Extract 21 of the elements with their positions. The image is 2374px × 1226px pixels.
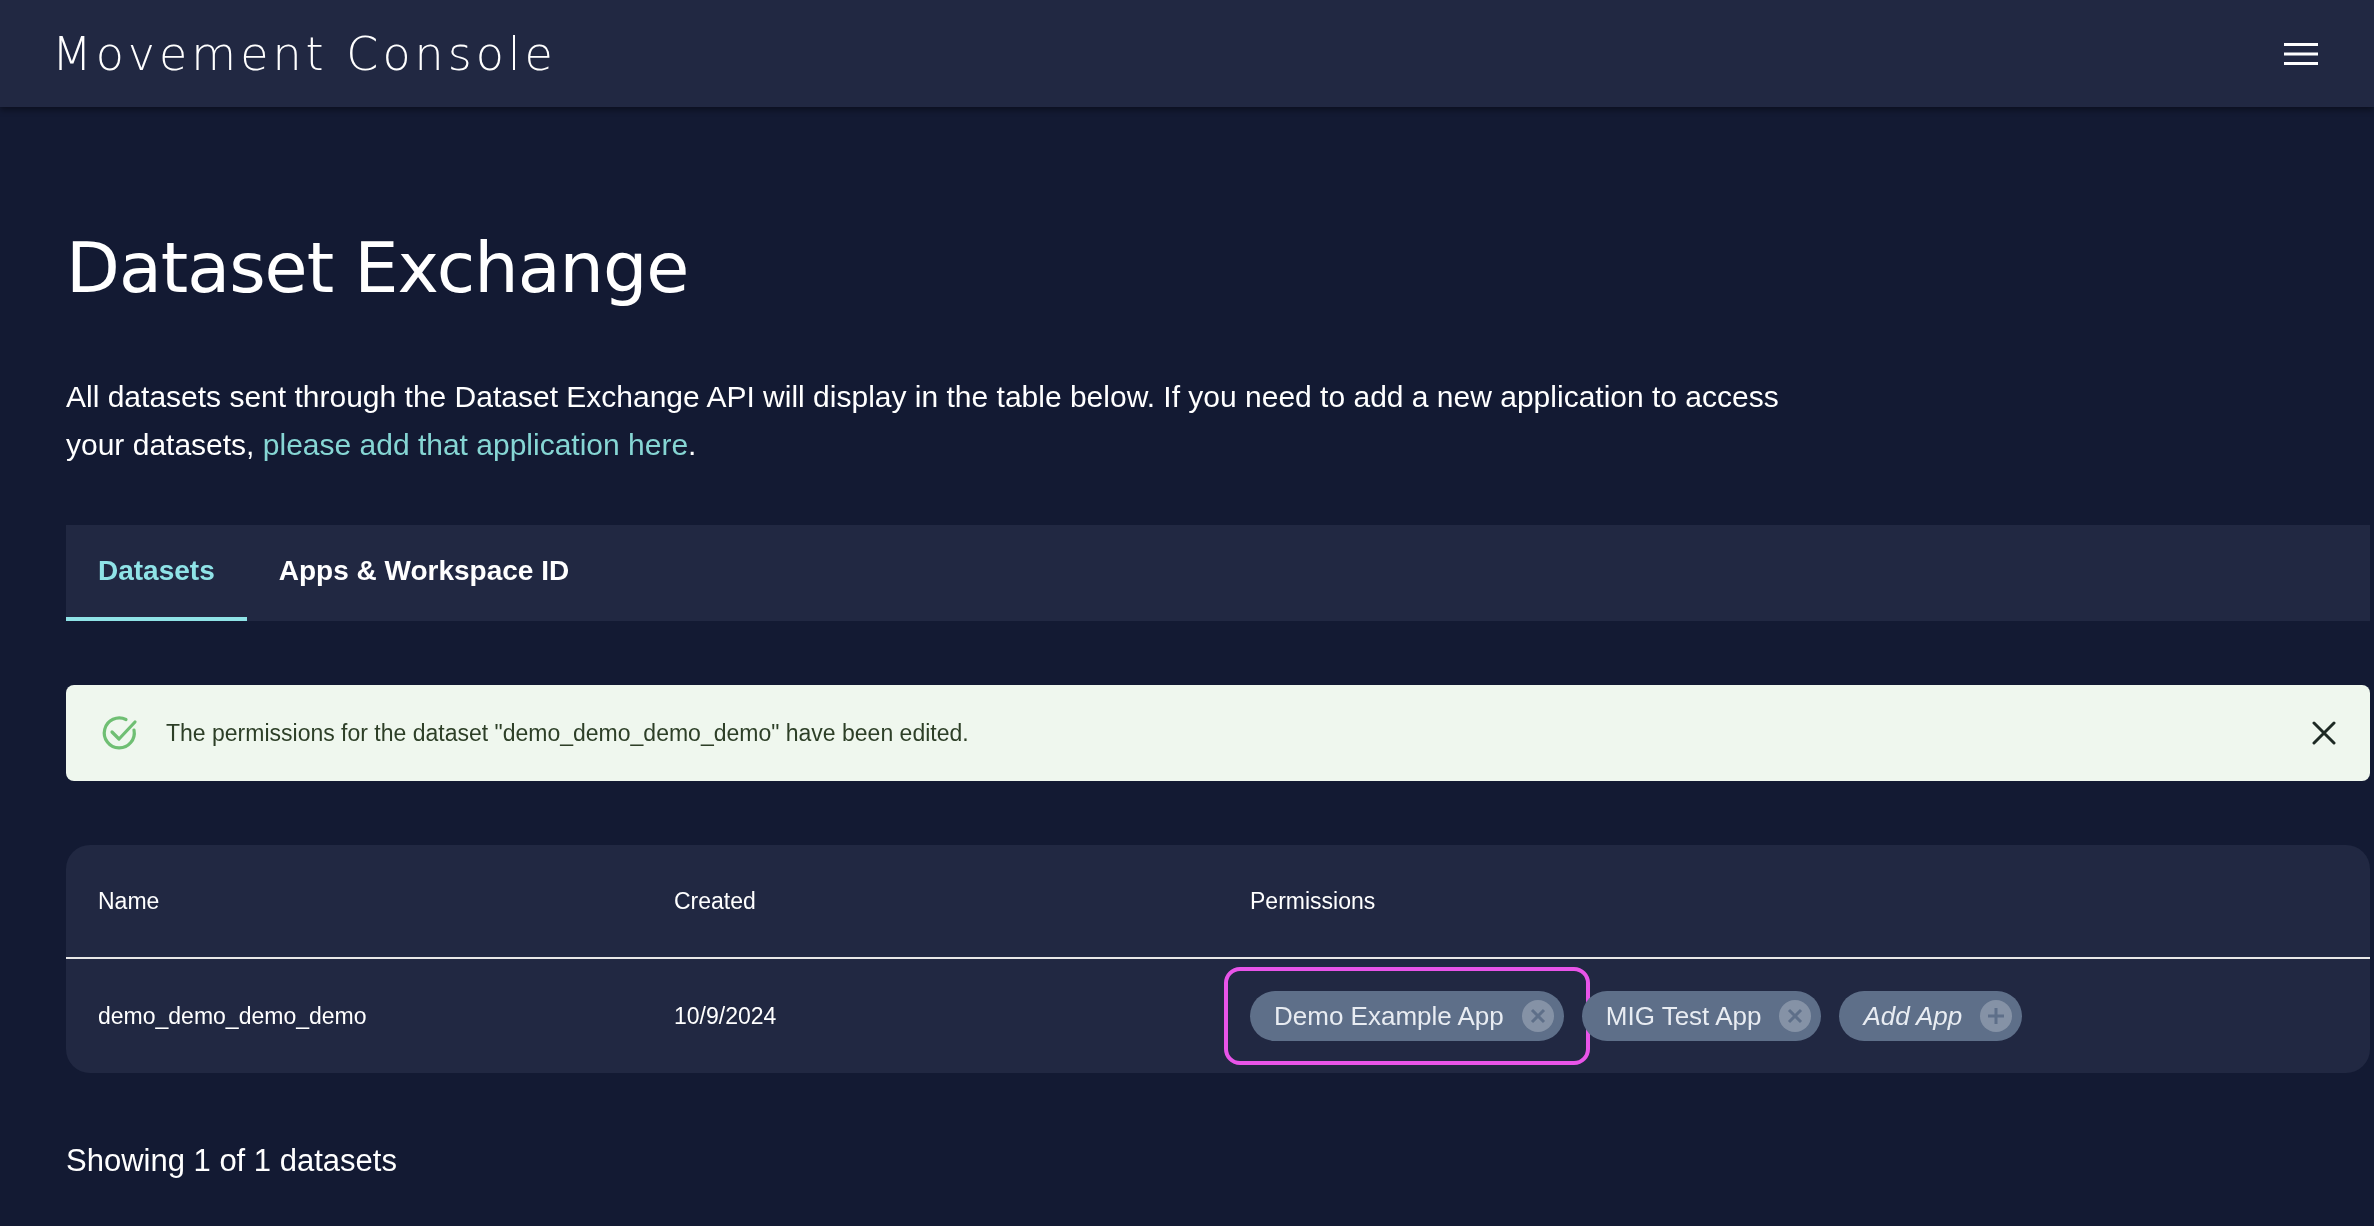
results-count: Showing 1 of 1 datasets: [66, 1143, 398, 1179]
alert-message: The permissions for the dataset "demo_demo_demo_demo" have been edited.: [166, 719, 970, 747]
close-icon: [2312, 721, 2336, 745]
add-app-chip[interactable]: Add App: [1839, 991, 2023, 1041]
app-title: Movement Console: [52, 26, 557, 81]
table-cell-text: demo_demo_demo_demo: [98, 1002, 368, 1030]
table-cell-text: 10/9/2024: [674, 1002, 778, 1030]
menu-icon: [2284, 40, 2318, 67]
column-header: Permissions: [1250, 887, 1377, 915]
app-chip[interactable]: Demo Example App: [1250, 991, 1564, 1041]
application-link[interactable]: please add that application here: [262, 428, 689, 461]
tab[interactable]: Apps & Workspace ID: [246, 525, 602, 621]
column-header: Name: [98, 887, 161, 915]
plus-icon[interactable]: [1980, 1000, 2013, 1032]
app-chip[interactable]: MIG Test App: [1581, 991, 1822, 1041]
page-heading: Dataset Exchange: [66, 227, 690, 309]
intro-paragraph: All datasets sent through the Dataset Exchange API will display in the table below. If you need to add a new application to access your datasets, please add that application here.: [66, 379, 1780, 463]
tab[interactable]: Datasets: [66, 525, 247, 621]
column-header: Created: [674, 887, 757, 915]
remove-icon[interactable]: [1521, 1000, 1554, 1032]
remove-icon[interactable]: [1779, 1000, 1812, 1032]
